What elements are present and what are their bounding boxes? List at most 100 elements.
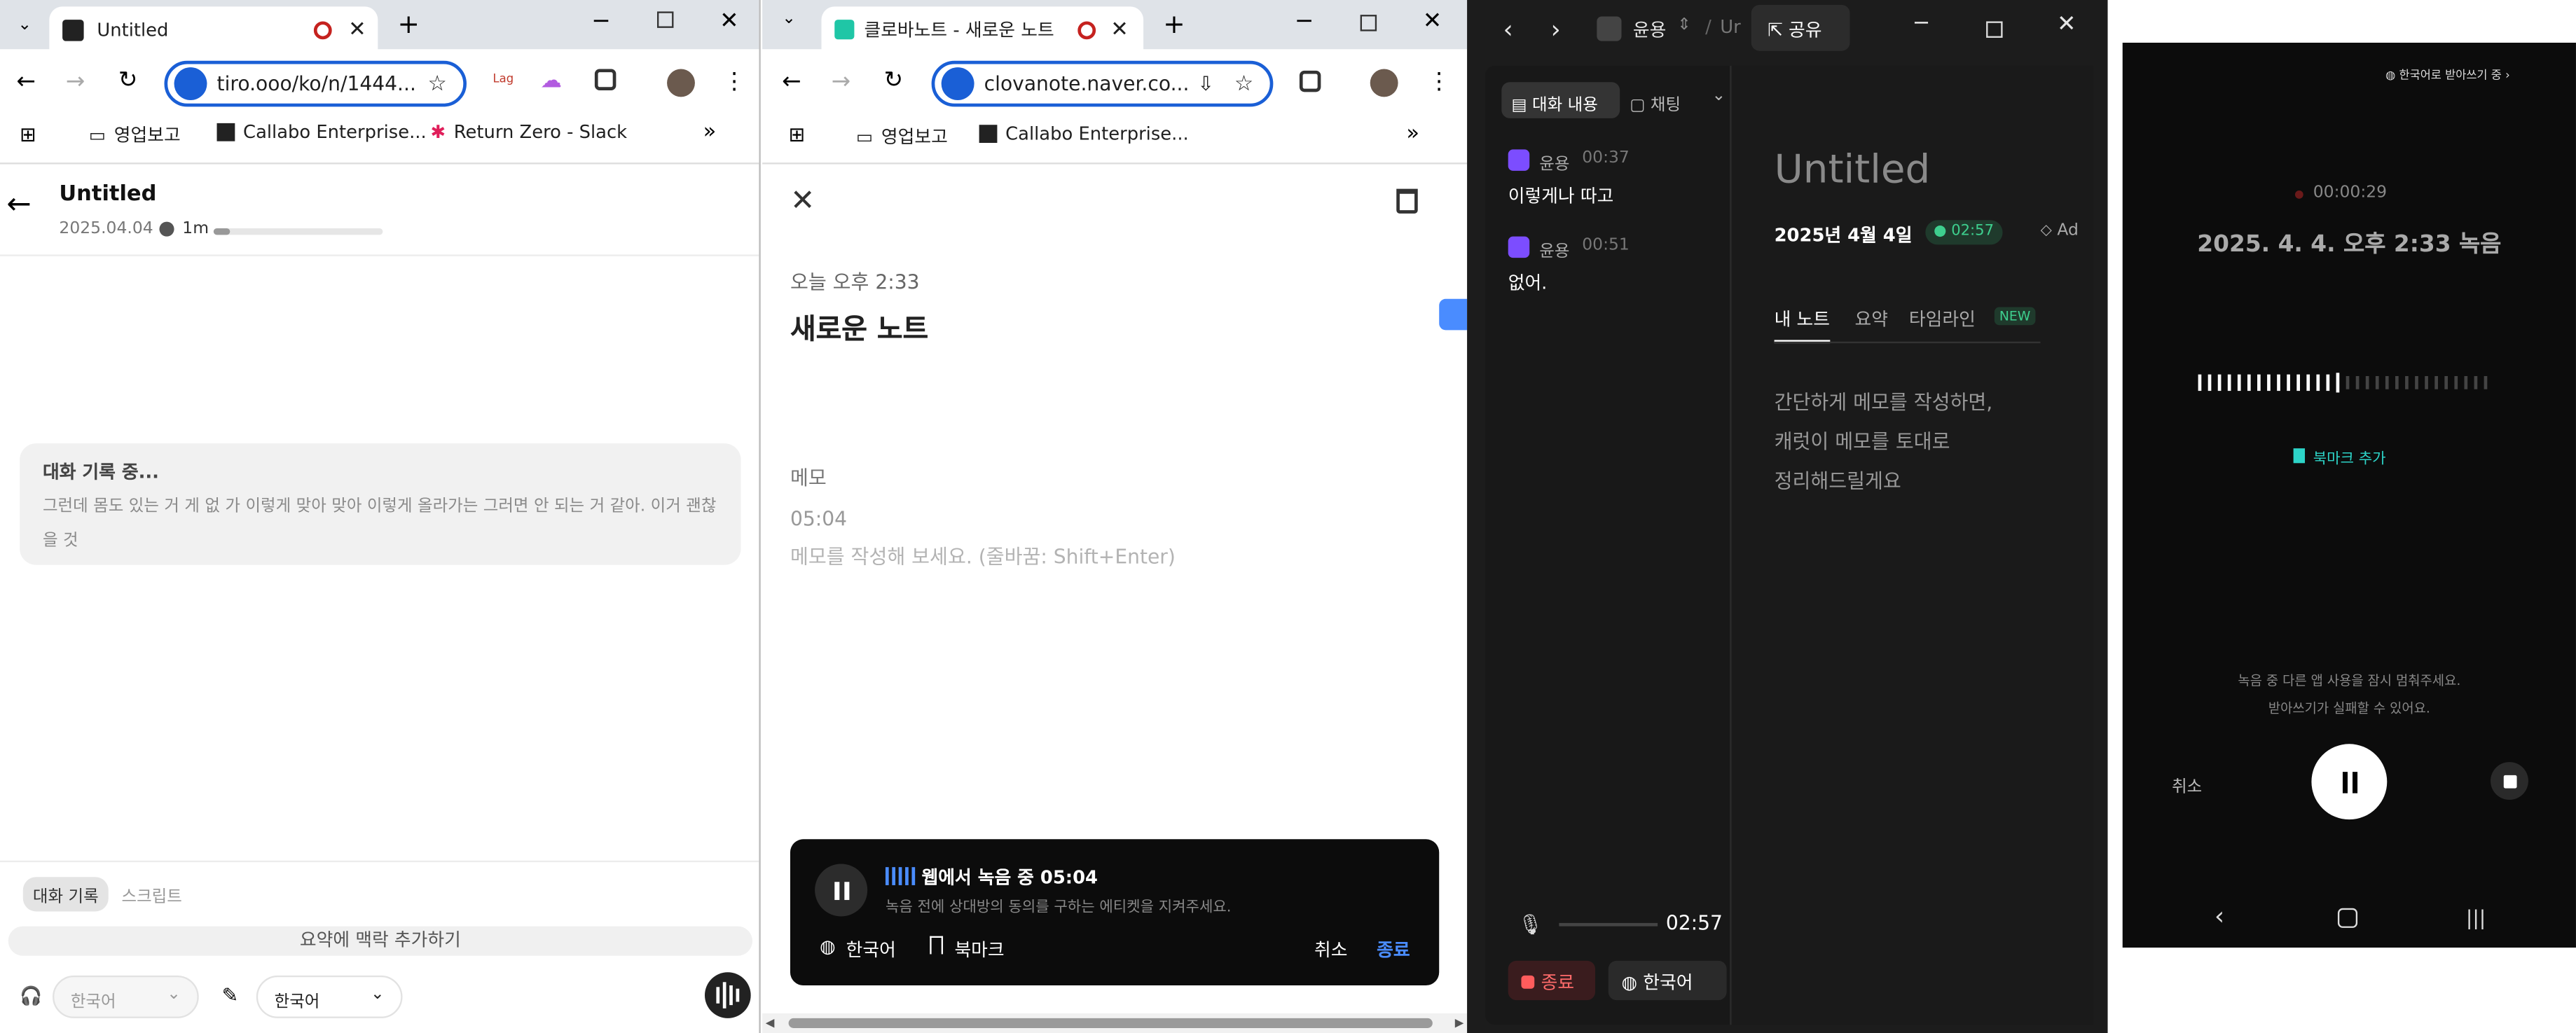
tab-summary[interactable]: 요약 [1855,305,1888,332]
more-bookmarks-icon[interactable]: » [1406,122,1419,146]
pause-button[interactable] [2311,744,2388,820]
clovanote-favicon [834,20,855,40]
tab-list-icon[interactable]: ⌄ [782,10,796,28]
bookmark-slack[interactable]: ✱ Return Zero - Slack [430,122,627,143]
recording-title: 2025. 4. 4. 오후 2:33 녹음 [2197,231,2502,258]
star-icon[interactable]: ☆ [428,71,447,96]
tab-my-note[interactable]: 내 노트 [1774,305,1831,344]
share-button[interactable]: ⇱ 공유 [1751,5,1850,51]
maximize-icon[interactable] [657,11,674,28]
close-window-icon[interactable]: ✕ [2057,11,2076,38]
forward-icon[interactable]: → [832,69,851,95]
maximize-icon[interactable] [1360,15,1377,32]
chevron-right-icon: › [2501,69,2510,83]
add-tag-button[interactable]: ⬦ Ad [2040,222,2078,240]
close-tab-icon[interactable]: ✕ [348,18,366,42]
profile-avatar[interactable] [1370,69,1398,97]
new-tab-icon[interactable]: + [397,8,419,40]
extension-lag-icon[interactable]: Lag [493,72,514,85]
chevron-down-icon[interactable]: ⌄ [1711,87,1726,105]
language-select-left[interactable]: 한국어 ⌄ [53,975,199,1018]
message-text: 이렇게나 따고 [1508,185,1614,207]
extension-cloud-icon[interactable]: ☁ [541,69,562,93]
back-arrow-icon[interactable]: ← [6,187,31,221]
memo-input[interactable]: 메모를 작성해 보세요. (줄바꿈: Shift+Enter) [790,542,1176,570]
mic-icon [941,67,974,101]
cancel-button[interactable]: 취소 [2172,772,2202,797]
forward-icon[interactable]: → [66,69,85,95]
bookmark-button[interactable]: 북마크 [954,936,1004,963]
close-note-icon[interactable]: ✕ [790,184,815,219]
pause-button[interactable] [815,864,868,917]
bookmark-callabo[interactable]: Callabo Enterprise... [216,122,427,143]
tab-conversation[interactable]: 대화 기록 [22,877,109,912]
folder-icon: ▭ [88,124,106,146]
add-bookmark-button[interactable]: 북마크 추가 [2293,447,2386,468]
minimize-icon[interactable]: − [1913,11,1931,36]
minimize-icon[interactable]: − [591,8,611,35]
translate-icon[interactable] [1439,298,1468,331]
tab-timeline[interactable]: 타임라인 [1909,305,1976,332]
maximize-icon[interactable] [1986,21,2003,38]
add-context-button[interactable]: 요약에 맥락 추가하기 [8,926,753,956]
breadcrumb-separator: / [1705,16,1711,38]
edit-icon[interactable]: ✎ [222,984,239,1007]
language-select[interactable]: ◍ 한국어 [1608,960,1727,1001]
trash-icon[interactable] [1396,188,1418,214]
apps-icon[interactable]: ⊞ [789,123,806,146]
language-select-right[interactable]: 한국어 ⌄ [256,975,403,1018]
workspace-avatar [1597,16,1622,41]
chevron-updown-icon: ⇕ [1677,16,1691,35]
reload-icon[interactable]: ↻ [884,67,904,94]
nav-recents-icon[interactable]: ||| [2466,906,2486,929]
bookmark-folder[interactable]: ▭ 영업보고 [89,122,181,148]
menu-icon[interactable]: ⋮ [1428,69,1451,95]
mic-icon[interactable]: 🎙 [1518,913,1543,936]
record-waveform-button[interactable] [705,972,751,1018]
forward-icon[interactable]: › [1551,15,1561,44]
transcription-language[interactable]: ◍ 한국어로 받아쓰기 중 › [2385,67,2510,83]
close-window-icon[interactable]: ✕ [719,8,739,35]
progress-bar [213,228,383,235]
profile-avatar[interactable] [667,69,695,97]
apps-icon[interactable]: ⊞ [20,123,36,146]
browser-tab[interactable]: Untitled ✕ [49,6,378,53]
minimize-icon[interactable]: − [1295,8,1314,35]
tab-script[interactable]: 스크립트 [122,882,182,907]
extensions-icon[interactable] [594,69,617,90]
address-bar[interactable]: clovanote.naver.co... ⇩ ☆ [931,60,1274,107]
conversation-panel: ▤ 대화 내용 ▢ 채팅 ⌄ 윤용 00:37 이렇게나 따고 윤용 00:51… [1485,65,1730,1025]
nav-home-icon[interactable] [2337,908,2358,928]
back-icon[interactable]: ← [16,69,36,95]
menu-icon[interactable]: ⋮ [723,69,746,95]
window-tiro: ⌄ Untitled ✕ + − ✕ ← → ↻ tiro.ooo/ko/n/1… [0,0,761,1033]
nav-back-icon[interactable]: ‹ [2215,901,2224,931]
language-button[interactable]: 한국어 [846,936,896,963]
new-tab-icon[interactable]: + [1163,8,1185,40]
browser-tab[interactable]: 클로바노트 - 새로운 노트 ✕ [821,6,1144,53]
end-button[interactable]: 종료 [1508,960,1595,1001]
back-icon[interactable]: ‹ [1503,15,1513,44]
tab-list-icon[interactable]: ⌄ [10,10,39,39]
address-bar[interactable]: tiro.ooo/ko/n/1444... ☆ [164,60,467,107]
more-bookmarks-icon[interactable]: » [703,120,717,144]
tab-conversation[interactable]: ▤ 대화 내용 [1501,82,1620,118]
end-button[interactable]: 종료 [1377,936,1410,963]
extensions-icon[interactable] [1299,70,1321,92]
cancel-button[interactable]: 취소 [1314,936,1347,963]
install-icon[interactable]: ⇩ [1197,72,1214,95]
back-icon[interactable]: ← [782,69,801,95]
workspace-name[interactable]: 윤용 [1633,16,1666,43]
star-icon[interactable]: ☆ [1234,71,1253,96]
reload-icon[interactable]: ↻ [118,67,138,94]
bookmark-folder[interactable]: ▭ 영업보고 [856,123,948,150]
bookmark-callabo[interactable]: Callabo Enterprise... [979,123,1189,144]
horizontal-scrollbar[interactable]: ◀ ▶ [762,1013,1468,1033]
player-progress[interactable] [1559,922,1658,927]
stop-button[interactable] [2491,762,2528,800]
new-badge: NEW [1994,307,2036,326]
tab-chat[interactable]: ▢ 채팅 [1630,90,1681,115]
share-icon: ⇱ [1768,20,1789,41]
close-tab-icon[interactable]: ✕ [1110,18,1129,42]
close-window-icon[interactable]: ✕ [1423,8,1442,35]
